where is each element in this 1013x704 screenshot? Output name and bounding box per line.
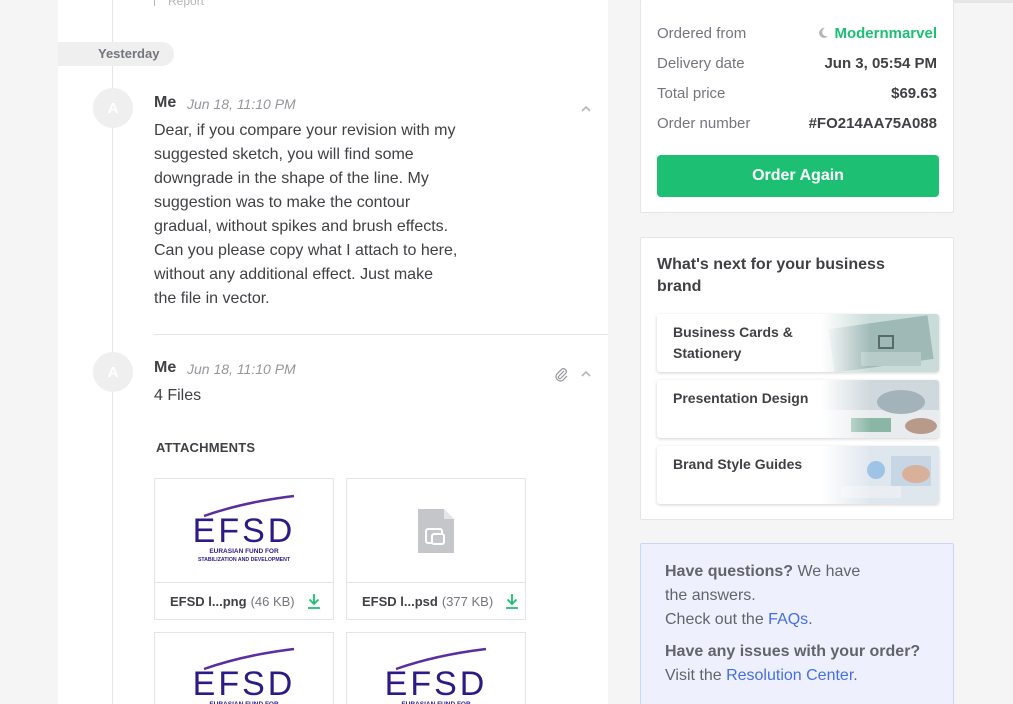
help-q2-bold: Have any issues with your order? (665, 643, 921, 660)
faqs-link[interactable]: FAQs (768, 611, 808, 628)
whats-next-title: What's next for your business brand (657, 256, 885, 295)
generic-file-icon (418, 508, 454, 553)
message-line: Dear, if you compare your revision with … (154, 122, 456, 139)
efsd-logo-image: EFSD EURASIAN FUND FOR STABILIZATION AND… (193, 494, 296, 563)
service-presentation-design[interactable]: Presentation Design (657, 380, 939, 438)
message-line: Can you please copy what I attach to her… (154, 242, 458, 259)
paperclip-icon[interactable] (553, 367, 569, 383)
service-label: Brand Style Guides (673, 456, 803, 472)
message-line: downgrade in the shape of the line. My (154, 170, 429, 187)
help-resolution-post: . (853, 667, 858, 684)
attachment-meta: EFSD l...psd (377 KB) (347, 583, 525, 619)
order-row-delivery: Delivery date Jun 3, 05:54 PM (657, 53, 937, 73)
row-value: Jun 3, 05:54 PM (824, 54, 937, 72)
help-resolution-line: Visit the Resolution Center. (665, 664, 858, 688)
service-label: Presentation Design (673, 390, 809, 406)
image-fade (821, 314, 871, 372)
row-key: Total price (657, 84, 726, 102)
avatar: A (93, 88, 133, 128)
service-label: Business Cards & Stationery (673, 324, 793, 361)
message-line: gradual, without spikes and brush effect… (154, 218, 449, 235)
resolution-center-link[interactable]: Resolution Center (726, 667, 853, 684)
message-line: suggestion was to make the contour (154, 194, 411, 211)
help-questions: Have questions? We have (665, 560, 860, 584)
message-author: Me (154, 94, 177, 111)
row-key: Delivery date (657, 54, 745, 72)
logo-mark: EFSD (193, 665, 296, 703)
help-faq-pre: Check out the (665, 611, 769, 628)
help-resolution-pre: Visit the (665, 667, 727, 684)
image-fade (821, 380, 871, 438)
order-row-seller: Ordered from Modernmarvel (657, 23, 937, 43)
service-business-cards[interactable]: Business Cards & Stationery (657, 314, 939, 372)
help-card: Have questions? We have the answers. Che… (640, 543, 954, 704)
image-fade (821, 446, 871, 504)
attachment-meta: EFSD l...png (46 KB) (155, 583, 333, 619)
help-q1-rest: We have (793, 563, 861, 580)
row-key: Ordered from (657, 24, 747, 42)
attachment-name: EFSD l...psd (362, 593, 438, 609)
attachment-size: (46 KB) (250, 593, 295, 609)
efsd-logo-image: EFSD EURASIAN FUND FOR (385, 647, 488, 704)
help-answers: the answers. (665, 587, 756, 604)
logo-mark: EFSD (385, 665, 488, 703)
message-time: Jun 18, 11:10 PM (187, 96, 296, 112)
logo-sub2: STABILIZATION AND DEVELOPMENT (198, 557, 291, 563)
logo-sub1: EURASIAN FUND FOR (209, 548, 279, 555)
flag-icon (154, 0, 162, 6)
row-key: Order number (657, 114, 751, 132)
attachment-card[interactable]: EFSD EURASIAN FUND FOR STABILIZATION AND… (154, 478, 334, 620)
help-issues: Have any issues with your order? (665, 640, 920, 664)
attachment-card[interactable]: EFSD EURASIAN FUND FOR (154, 632, 334, 704)
seller-link[interactable]: Modernmarvel (817, 25, 937, 42)
message-line: suggested sketch, you will find some (154, 146, 414, 163)
attachments-heading: ATTACHMENTS (156, 440, 256, 455)
message-line: the file in vector. (154, 290, 270, 307)
report-link[interactable]: Report (154, 0, 204, 8)
message-text: Dear, if you compare your revision with … (154, 119, 457, 311)
attachment-thumbnail[interactable]: EFSD EURASIAN FUND FOR (155, 633, 333, 704)
attachment-name: EFSD l...png (170, 593, 247, 609)
logo-mark: EFSD (193, 512, 296, 550)
report-label: Report (168, 0, 205, 8)
order-row-number: Order number #FO214AA75A088 (657, 113, 937, 133)
message-divider (154, 334, 608, 335)
help-faq-post: . (808, 611, 813, 628)
help-q1-bold: Have questions? (665, 563, 794, 580)
attachment-thumbnail[interactable]: EFSD EURASIAN FUND FOR STABILIZATION AND… (155, 479, 333, 583)
efsd-logo-image: EFSD EURASIAN FUND FOR (193, 647, 296, 704)
attachment-thumbnail[interactable]: EFSD EURASIAN FUND FOR (347, 633, 525, 704)
offline-moon-icon (819, 27, 829, 38)
row-value: #FO214AA75A088 (808, 114, 937, 132)
order-activity-feed: Report Yesterday A Me Jun 18, 11:10 PM D… (58, 0, 608, 704)
avatar: A (93, 352, 133, 392)
chevron-up-icon[interactable] (579, 102, 593, 116)
attachment-size: (377 KB) (441, 593, 494, 609)
order-row-price: Total price $69.63 (657, 83, 937, 103)
attachment-card[interactable]: EFSD EURASIAN FUND FOR (346, 632, 526, 704)
files-count: 4 Files (154, 387, 202, 404)
message-author: Me (154, 359, 177, 376)
message-time: Jun 18, 11:10 PM (187, 361, 296, 377)
order-again-button[interactable]: Order Again (657, 155, 939, 197)
help-faq-line: Check out the FAQs. (665, 608, 813, 632)
order-summary-card: Ordered from Modernmarvel Delivery date … (640, 0, 954, 213)
seller-name: Modernmarvel (834, 24, 937, 42)
download-icon[interactable] (307, 593, 321, 609)
chevron-up-icon[interactable] (579, 367, 593, 381)
whats-next-card: What's next for your business brand Busi… (640, 237, 954, 520)
service-brand-style-guides[interactable]: Brand Style Guides (657, 446, 939, 504)
attachment-card[interactable]: EFSD l...psd (377 KB) (346, 478, 526, 620)
download-icon[interactable] (505, 593, 519, 609)
day-separator: Yesterday (58, 42, 174, 66)
attachment-thumbnail[interactable] (347, 479, 525, 583)
message-line: without any additional effect. Just make (154, 266, 433, 283)
row-value: $69.63 (891, 84, 937, 102)
